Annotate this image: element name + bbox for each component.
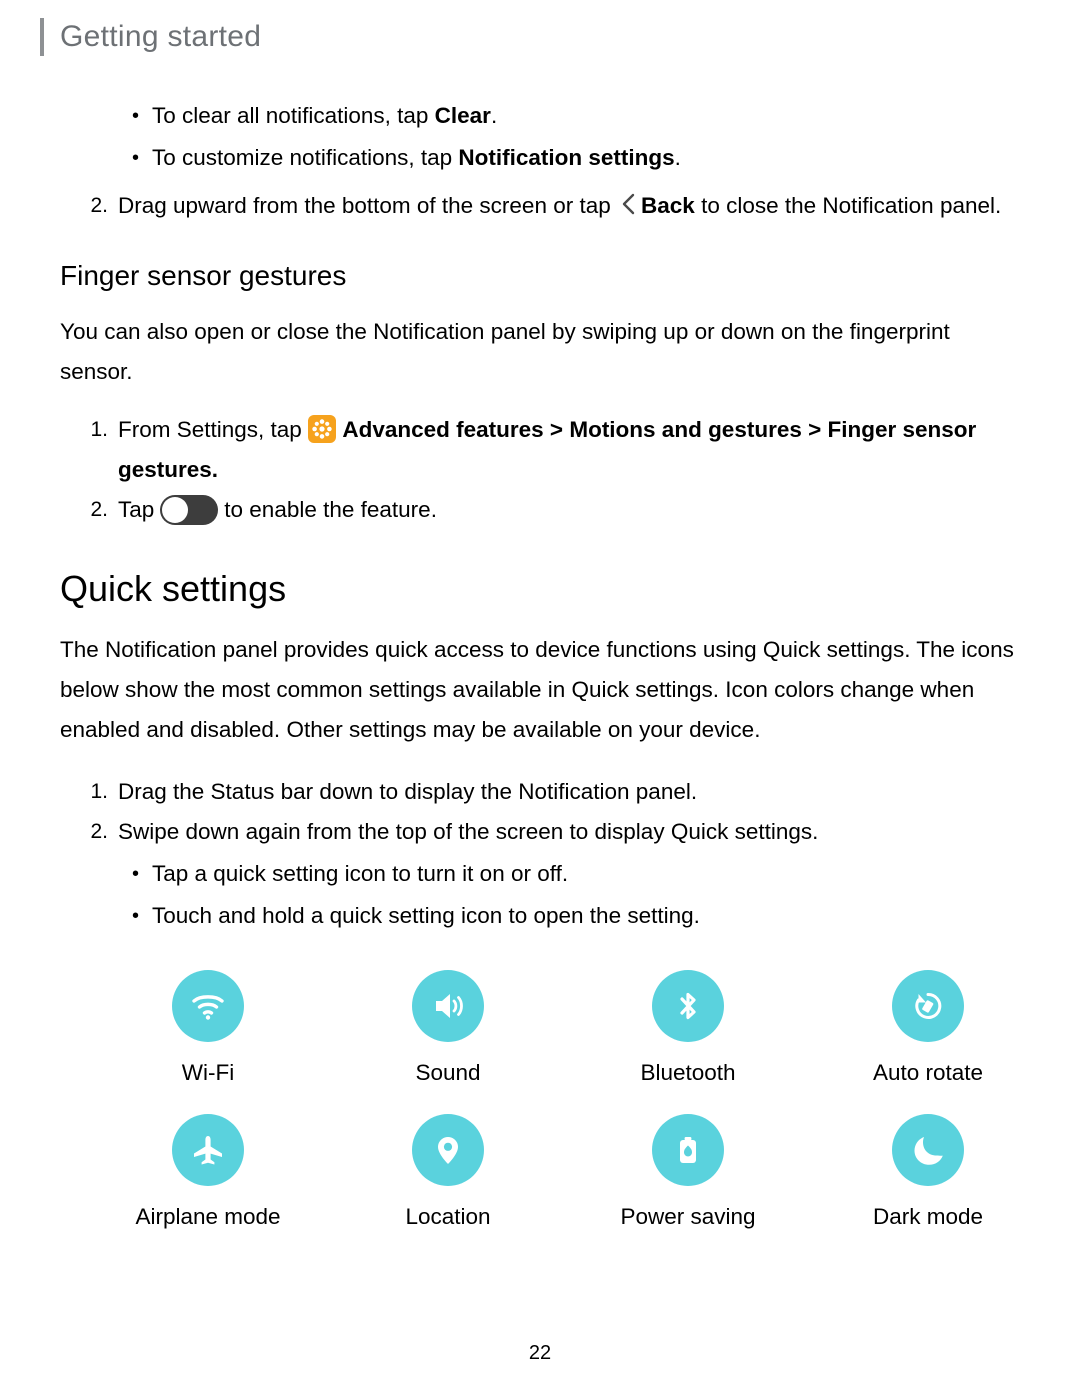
quick-setting-label: Auto rotate — [872, 1060, 984, 1085]
quick-setting-location[interactable]: Location — [328, 1114, 568, 1232]
auto-rotate-icon — [892, 970, 964, 1042]
quick-setting-label: Wi-Fi — [181, 1060, 235, 1085]
quick-setting-label: Airplane mode — [135, 1204, 281, 1229]
quick-settings-icon-grid: Wi-Fi Sound Bluetooth Auto rotate Airpla… — [88, 970, 1048, 1232]
finger-sensor-body: You can also open or close the Notificat… — [60, 319, 950, 384]
quick-setting-bluetooth[interactable]: Bluetooth — [568, 970, 808, 1088]
bluetooth-icon — [652, 970, 724, 1042]
list-item: 1. Drag the Status bar down to display t… — [60, 772, 1020, 812]
notification-steps: 2. Drag upward from the bottom of the sc… — [60, 186, 1020, 226]
section-heading-quick-settings: Quick settings — [60, 568, 287, 609]
quick-setting-label: Location — [405, 1204, 491, 1229]
step-text-bold-1: Advanced features — [342, 417, 544, 442]
bullet-text: Touch and hold a quick setting icon to o… — [152, 903, 700, 928]
step-text-post: to close the Notification panel. — [694, 193, 1002, 218]
moon-icon — [892, 1114, 964, 1186]
page-header: Getting started — [40, 18, 261, 56]
location-pin-icon — [412, 1114, 484, 1186]
header-rule — [40, 18, 44, 56]
sound-icon — [412, 970, 484, 1042]
step-number: 2. — [90, 498, 108, 521]
list-item: 2. Swipe down again from the top of the … — [60, 812, 1020, 852]
airplane-icon — [172, 1114, 244, 1186]
step-text: Drag the Status bar down to display the … — [118, 779, 698, 804]
step-text-post: to enable the feature. — [224, 497, 437, 522]
page-number: 22 — [528, 1342, 552, 1364]
step-text-post: . — [211, 457, 219, 482]
wifi-icon — [172, 970, 244, 1042]
quick-setting-label: Dark mode — [872, 1204, 984, 1229]
step-number: 1. — [90, 418, 108, 441]
bullet-text: Tap a quick setting icon to turn it on o… — [152, 861, 569, 886]
bullet-text-bold: Clear — [434, 103, 491, 128]
list-item: 1. From Settings, tap Advanced features … — [60, 410, 1020, 490]
quick-setting-power-saving[interactable]: Power saving — [568, 1114, 808, 1232]
quick-setting-wifi[interactable]: Wi-Fi — [88, 970, 328, 1088]
page-content: To clear all notifications, tap Clear. T… — [60, 96, 1020, 1232]
quick-setting-label: Sound — [415, 1060, 481, 1085]
quick-settings-steps: 1. Drag the Status bar down to display t… — [60, 772, 1020, 852]
step-text-pre: From Settings, tap — [118, 417, 309, 442]
quick-settings-body: The Notification panel provides quick ac… — [60, 637, 1014, 742]
step-text: Swipe down again from the top of the scr… — [118, 819, 819, 844]
settings-gear-icon — [308, 415, 337, 443]
list-item: Touch and hold a quick setting icon to o… — [60, 896, 1020, 936]
step-number: 1. — [90, 780, 108, 803]
list-item: To clear all notifications, tap Clear. — [60, 96, 1020, 136]
quick-setting-sound[interactable]: Sound — [328, 970, 568, 1088]
step-text-sep-1: > — [543, 417, 570, 442]
bullet-text-bold: Notification settings — [458, 145, 675, 170]
step-text-pre: Tap — [118, 497, 155, 522]
quick-setting-dark-mode[interactable]: Dark mode — [808, 1114, 1048, 1232]
back-chevron-icon — [621, 189, 637, 215]
power-saving-icon — [652, 1114, 724, 1186]
section-heading-finger-sensor: Finger sensor gestures — [60, 260, 347, 291]
page-title: Getting started — [60, 20, 262, 53]
list-item: Tap a quick setting icon to turn it on o… — [60, 854, 1020, 894]
document-page: Getting started To clear all notificatio… — [0, 0, 1080, 1397]
step-number: 2. — [90, 820, 108, 843]
list-item: 2. Tap to enable the feature. — [60, 490, 1020, 530]
step-number: 2. — [90, 194, 108, 217]
bullet-text-pre: To customize notifications, tap — [152, 145, 459, 170]
step-text-sep-2: > — [801, 417, 828, 442]
step-text-bold: Back — [641, 193, 695, 218]
quick-setting-airplane-mode[interactable]: Airplane mode — [88, 1114, 328, 1232]
step-text-pre: Drag upward from the bottom of the scree… — [118, 193, 611, 218]
bullet-text-post: . — [490, 103, 498, 128]
quick-settings-bullet-list: Tap a quick setting icon to turn it on o… — [60, 854, 1020, 936]
bullet-text-pre: To clear all notifications, tap — [152, 103, 435, 128]
quick-setting-label: Bluetooth — [640, 1060, 736, 1085]
list-item: To customize notifications, tap Notifica… — [60, 138, 1020, 178]
finger-sensor-steps: 1. From Settings, tap Advanced features … — [60, 410, 1020, 530]
notification-bullet-list: To clear all notifications, tap Clear. T… — [60, 96, 1020, 178]
bullet-text-post: . — [674, 145, 681, 170]
list-item: 2. Drag upward from the bottom of the sc… — [60, 186, 1020, 226]
step-text-bold-2: Motions and gestures — [569, 417, 802, 442]
toggle-switch-icon — [160, 495, 219, 525]
quick-setting-label: Power saving — [620, 1204, 756, 1229]
quick-setting-auto-rotate[interactable]: Auto rotate — [808, 970, 1048, 1088]
